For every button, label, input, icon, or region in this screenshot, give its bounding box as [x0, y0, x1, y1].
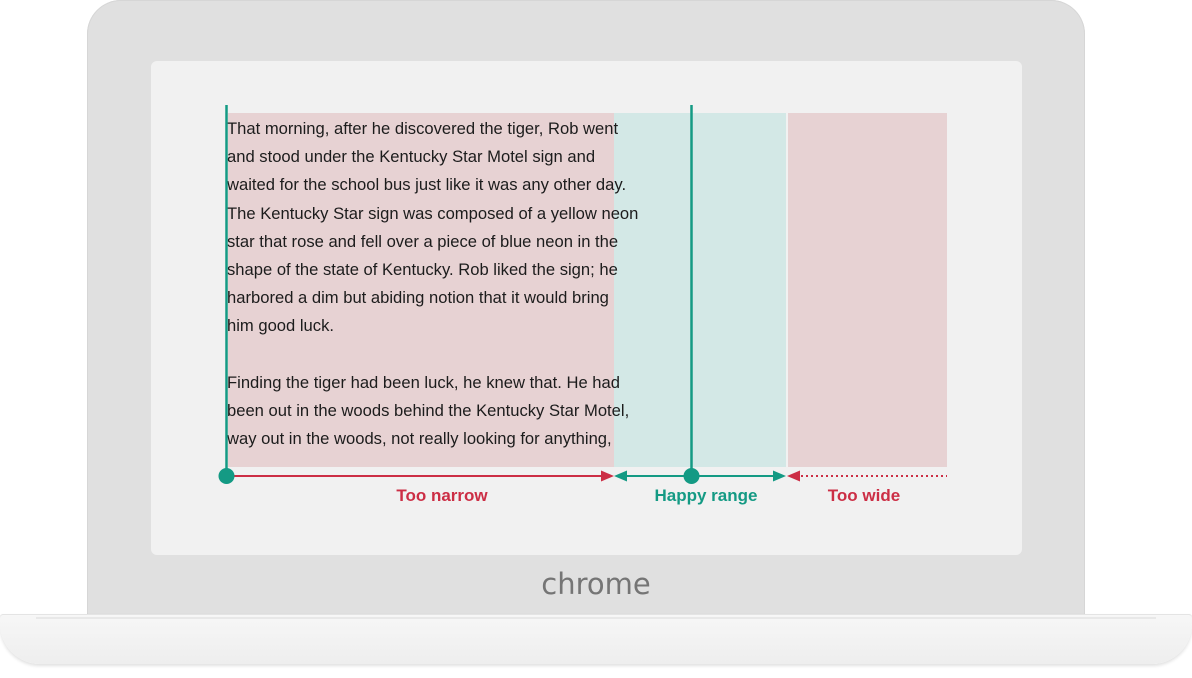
text-line: shape of the state of Kentucky. Rob like… [227, 259, 618, 279]
text-line: That morning, after he discovered the ti… [227, 119, 619, 138]
reading-text-block: That morning, after he discovered the ti… [227, 115, 697, 453]
text-line: him good luck. [227, 316, 334, 336]
text-line: and stood under the Kentucky Star Motel … [227, 147, 596, 167]
text-line: harbored a dim but abiding notion that i… [227, 288, 609, 308]
brand-label: chrome [541, 567, 651, 601]
laptop-base-lip [36, 617, 1156, 619]
too-wide-band [788, 113, 947, 467]
laptop-base [0, 614, 1192, 664]
text-line: way out in the woods, not really looking… [227, 429, 612, 449]
too-narrow-label: Too narrow [396, 486, 488, 505]
text-line: been out in the woods behind the Kentuck… [227, 400, 630, 420]
text-line: waited for the school bus just like it w… [227, 175, 627, 195]
text-line: The Kentucky Star sign was composed of a… [227, 203, 639, 223]
text-line: star that rose and fell over a piece of … [227, 231, 619, 251]
too-wide-label: Too wide [827, 486, 901, 505]
text-line: Finding the tiger had been luck, he knew… [227, 372, 620, 392]
